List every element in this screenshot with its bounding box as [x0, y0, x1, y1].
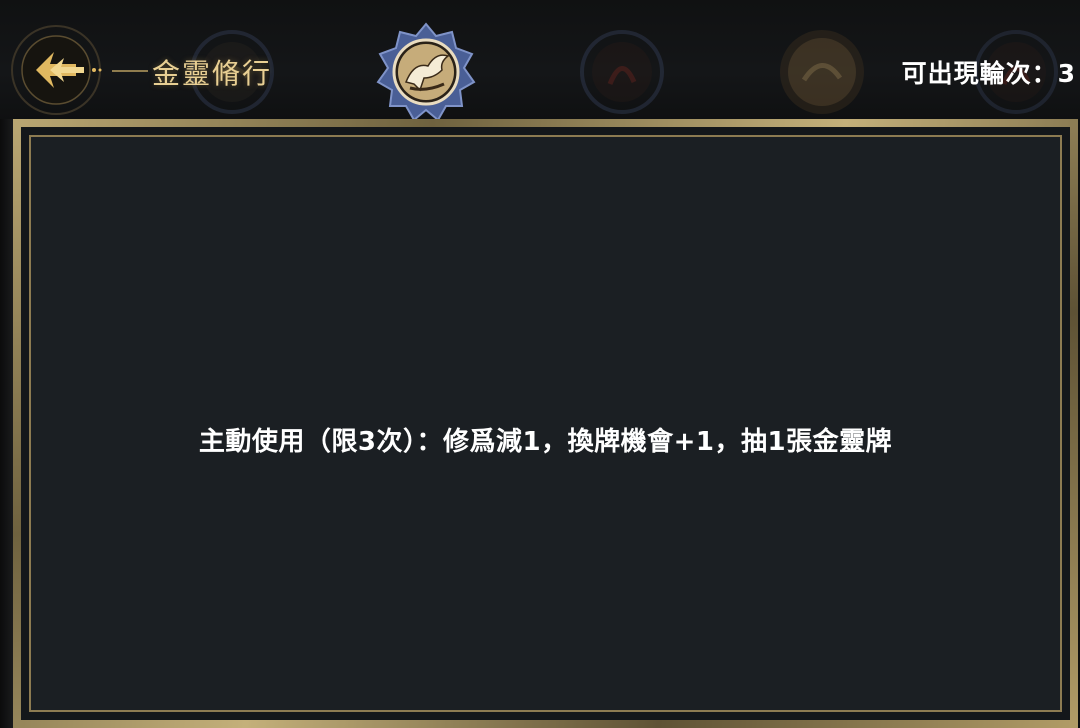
back-button[interactable]: [6, 22, 106, 122]
back-arrow-icon: [11, 25, 102, 115]
game-screen: 金靈脩行 可出現輪次：3 主動使用（限3次）：修爲減1，換牌機會+1，抽1張金靈…: [0, 0, 1080, 728]
gold-creature-emblem-icon: [780, 30, 864, 114]
rounds-counter: 可出現輪次：3: [901, 59, 1076, 88]
medal-active[interactable]: [376, 22, 476, 122]
description-panel: 主動使用（限3次）：修爲減1，換牌機會+1，抽1張金靈牌: [13, 119, 1078, 728]
page-title: 金靈脩行: [152, 57, 273, 90]
left-edge-shadow: [0, 119, 13, 728]
description-panel-inner: 主動使用（限3次）：修爲減1，換牌機會+1，抽1張金靈牌: [29, 135, 1062, 712]
top-bar: 金靈脩行 可出現輪次：3: [0, 0, 1080, 122]
dragon-horse-emblem-icon: [376, 22, 476, 122]
red-beast-emblem-icon: [580, 30, 664, 114]
skill-description: 主動使用（限3次）：修爲減1，換牌機會+1，抽1張金靈牌: [198, 427, 893, 457]
title-divider: [112, 70, 148, 72]
